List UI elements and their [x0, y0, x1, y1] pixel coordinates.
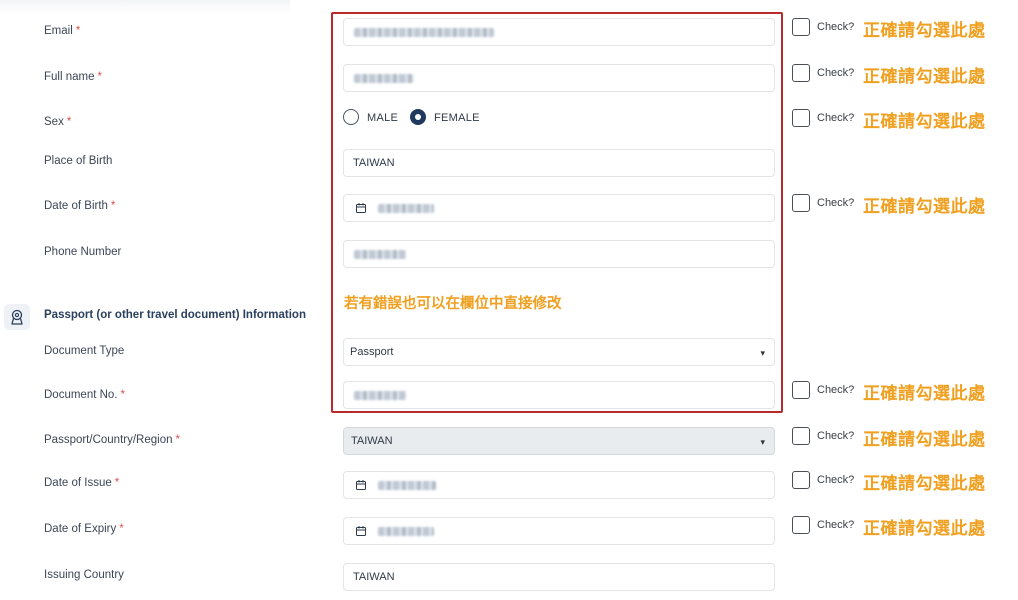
sex-radio-group: MALE FEMALE	[343, 108, 643, 130]
country-region-select[interactable]: TAIWAN ▾	[343, 427, 775, 455]
passport-badge-icon	[11, 309, 23, 325]
check-label: Check?	[817, 67, 855, 79]
check-row-country-region: Check? 正確請勾選此處	[792, 427, 1014, 449]
document-type-value: Passport	[350, 346, 394, 358]
required-marker: *	[110, 200, 116, 212]
place-of-birth-field[interactable]: TAIWAN	[343, 149, 775, 177]
issuing-country-value: TAIWAN	[353, 571, 395, 583]
email-field[interactable]	[343, 18, 775, 46]
document-no-label: Document No. *	[44, 389, 125, 401]
dropdown-arrow-icon: ▾	[760, 348, 765, 358]
check-label: Check?	[817, 197, 855, 209]
check-checkbox[interactable]	[792, 427, 810, 445]
calendar-icon	[356, 526, 366, 536]
check-hint: 正確請勾選此處	[863, 112, 986, 131]
check-checkbox[interactable]	[792, 471, 810, 489]
check-hint: 正確請勾選此處	[863, 474, 986, 493]
check-checkbox[interactable]	[792, 18, 810, 36]
check-checkbox[interactable]	[792, 381, 810, 399]
check-hint: 正確請勾選此處	[863, 67, 986, 86]
check-label: Check?	[817, 474, 855, 486]
redacted-value	[378, 527, 434, 536]
check-label: Check?	[817, 21, 855, 33]
required-marker: *	[114, 477, 120, 489]
issuing-country-field[interactable]: TAIWAN	[343, 563, 775, 591]
required-marker: *	[97, 71, 102, 83]
place-of-birth-value: TAIWAN	[353, 157, 395, 169]
passport-section-title: Passport (or other travel document) Info…	[44, 309, 306, 321]
check-checkbox[interactable]	[792, 109, 810, 127]
redacted-value	[354, 250, 406, 259]
date-of-expiry-label: Date of Expiry *	[44, 523, 124, 535]
date-of-birth-label: Date of Birth *	[44, 200, 116, 212]
check-row-sex: Check? 正確請勾選此處	[792, 109, 1014, 131]
issuing-country-label: Issuing Country	[44, 569, 124, 581]
date-of-birth-field[interactable]	[343, 194, 775, 222]
required-marker: *	[119, 523, 124, 535]
check-checkbox[interactable]	[792, 194, 810, 212]
check-label: Check?	[817, 430, 855, 442]
required-marker: *	[75, 25, 81, 37]
email-label: Email *	[44, 25, 81, 37]
check-hint: 正確請勾選此處	[863, 519, 986, 538]
check-row-date-of-expiry: Check? 正確請勾選此處	[792, 516, 1014, 538]
document-type-label: Document Type	[44, 345, 125, 357]
phone-number-field[interactable]	[343, 240, 775, 268]
dropdown-arrow-icon: ▾	[760, 437, 765, 447]
required-marker: *	[66, 116, 72, 128]
check-label: Check?	[817, 519, 855, 531]
country-region-value: TAIWAN	[351, 435, 393, 447]
calendar-icon	[356, 203, 366, 213]
top-divider	[0, 0, 290, 14]
redacted-value	[354, 391, 406, 400]
check-hint: 正確請勾選此處	[863, 384, 986, 403]
redacted-value	[354, 74, 414, 83]
edit-hint-note: 若有錯誤也可以在欄位中直接修改	[344, 296, 562, 312]
place-of-birth-label: Place of Birth	[44, 155, 113, 167]
radio-male-label: MALE	[367, 112, 399, 124]
check-row-email: Check? 正確請勾選此處	[792, 18, 1014, 40]
check-row-document-no: Check? 正確請勾選此處	[792, 381, 1014, 403]
check-row-date-of-birth: Check? 正確請勾選此處	[792, 194, 1014, 216]
check-label: Check?	[817, 384, 855, 396]
required-marker: *	[175, 434, 180, 446]
check-label: Check?	[817, 112, 855, 124]
radio-female[interactable]	[410, 109, 426, 125]
check-row-date-of-issue: Check? 正確請勾選此處	[792, 471, 1014, 493]
check-hint: 正確請勾選此處	[863, 21, 986, 40]
country-region-label: Passport/Country/Region *	[44, 434, 180, 446]
section-icon-container	[4, 304, 30, 330]
document-type-select[interactable]: Passport ▾	[343, 338, 775, 366]
radio-male[interactable]	[343, 109, 359, 125]
check-checkbox[interactable]	[792, 64, 810, 82]
date-of-issue-field[interactable]	[343, 471, 775, 499]
check-checkbox[interactable]	[792, 516, 810, 534]
sex-label: Sex *	[44, 116, 72, 128]
calendar-icon	[356, 480, 366, 490]
date-of-expiry-field[interactable]	[343, 517, 775, 545]
radio-female-label: FEMALE	[434, 112, 480, 124]
redacted-value	[378, 481, 436, 490]
required-marker: *	[120, 389, 125, 401]
phone-number-label: Phone Number	[44, 246, 122, 258]
redacted-value	[378, 204, 434, 213]
full-name-label: Full name *	[44, 71, 102, 83]
full-name-field[interactable]	[343, 64, 775, 92]
date-of-issue-label: Date of Issue *	[44, 477, 120, 489]
check-hint: 正確請勾選此處	[863, 430, 986, 449]
check-row-full-name: Check? 正確請勾選此處	[792, 64, 1014, 86]
document-no-field[interactable]	[343, 381, 775, 409]
redacted-value	[354, 28, 494, 37]
check-hint: 正確請勾選此處	[863, 197, 986, 216]
